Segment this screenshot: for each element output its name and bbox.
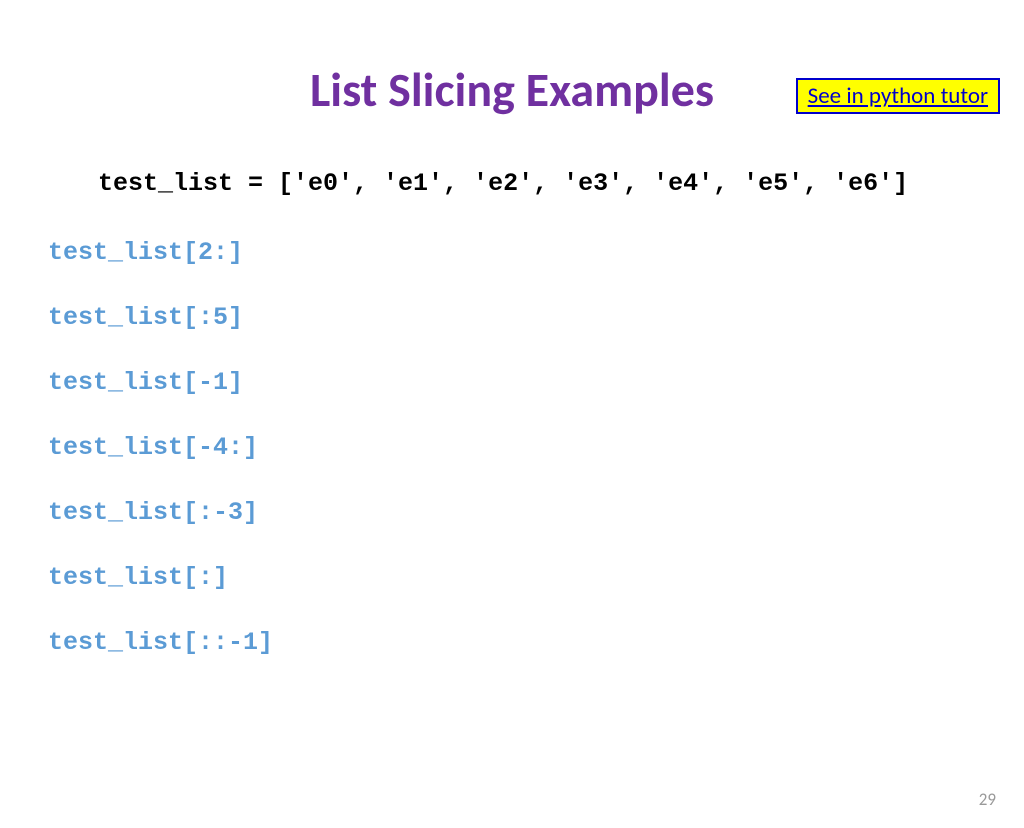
page-number: 29	[979, 789, 996, 810]
list-declaration: test_list = ['e0', 'e1', 'e2', 'e3', 'e4…	[98, 169, 976, 198]
slice-example: test_list[:]	[48, 563, 976, 592]
slice-example: test_list[2:]	[48, 238, 976, 267]
slice-example: test_list[-4:]	[48, 433, 976, 462]
slide-content: test_list = ['e0', 'e1', 'e2', 'e3', 'e4…	[0, 169, 1024, 657]
python-tutor-link[interactable]: See in python tutor	[796, 78, 1000, 114]
slice-example: test_list[::-1]	[48, 628, 976, 657]
slice-example: test_list[:5]	[48, 303, 976, 332]
slice-example: test_list[:-3]	[48, 498, 976, 527]
slice-example: test_list[-1]	[48, 368, 976, 397]
